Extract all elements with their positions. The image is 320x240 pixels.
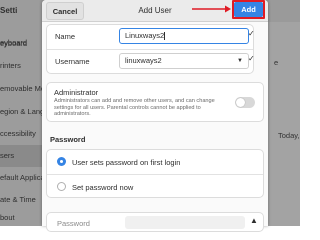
username-value: linuxways2 (125, 56, 162, 65)
password-field-card: Password ▲ (46, 212, 264, 232)
sidebar-item-keyboard[interactable]: eyboard (0, 32, 44, 54)
password-input[interactable] (125, 216, 245, 229)
warning-icon: ▲ (250, 216, 258, 225)
administrator-toggle[interactable] (235, 97, 255, 108)
sidebar-item-date-time[interactable]: ate & Time (0, 189, 44, 211)
divider (47, 174, 263, 175)
sidebar-item-removable-media[interactable]: emovable Med (0, 78, 44, 100)
name-valid-check-icon: ✓ (248, 29, 255, 38)
background-text: Today, (278, 131, 300, 140)
option-set-password-now[interactable]: Set password now (72, 183, 133, 192)
username-valid-check-icon: ✓ (248, 54, 255, 63)
background-text: e (274, 58, 279, 67)
radio-user-sets-password[interactable] (57, 157, 66, 166)
identity-card: Name Linuxways2 Username linuxways2 ▼ (46, 24, 254, 74)
sidebar-item-users[interactable]: sers (0, 145, 44, 167)
password-label: Password (57, 219, 90, 228)
radio-set-password-now[interactable] (57, 182, 66, 191)
administrator-title: Administrator (54, 88, 99, 97)
option-user-sets-password[interactable]: User sets password on first login (72, 158, 180, 167)
chevron-down-icon: ▼ (237, 58, 243, 64)
sidebar-item-printers[interactable]: rinters (0, 55, 44, 77)
sidebar-item-accessibility[interactable]: ccessibility (0, 123, 44, 145)
radio-dot (60, 160, 63, 163)
name-label: Name (55, 32, 76, 41)
text-cursor (164, 32, 166, 41)
sidebar-title: Setti (0, 6, 18, 15)
cancel-button[interactable]: Cancel (46, 2, 84, 20)
name-field[interactable]: Linuxways2 (119, 28, 249, 44)
sidebar-item-about[interactable]: bout (0, 209, 44, 226)
sidebar-item-region-language[interactable]: egion & Langu (0, 101, 44, 123)
add-user-dialog: Add User Cancel Add Name Linuxways2 User… (42, 0, 268, 232)
username-dropdown[interactable]: linuxways2 ▼ (119, 53, 249, 69)
administrator-description: Administrators can add and remove other … (54, 98, 215, 117)
sidebar-item-default-applications[interactable]: efault Applica (0, 167, 44, 189)
password-section-title: Password (50, 135, 86, 144)
toggle-knob (236, 98, 245, 107)
username-label: Username (55, 57, 90, 66)
name-value: Linuxways2 (125, 31, 165, 40)
administrator-card: Administrator Administrators can add and… (46, 82, 264, 122)
add-button[interactable]: Add (234, 2, 263, 17)
divider (47, 49, 253, 50)
password-options-card: User sets password on first login Set pa… (46, 149, 264, 198)
arrow-annotation-icon (192, 5, 231, 13)
